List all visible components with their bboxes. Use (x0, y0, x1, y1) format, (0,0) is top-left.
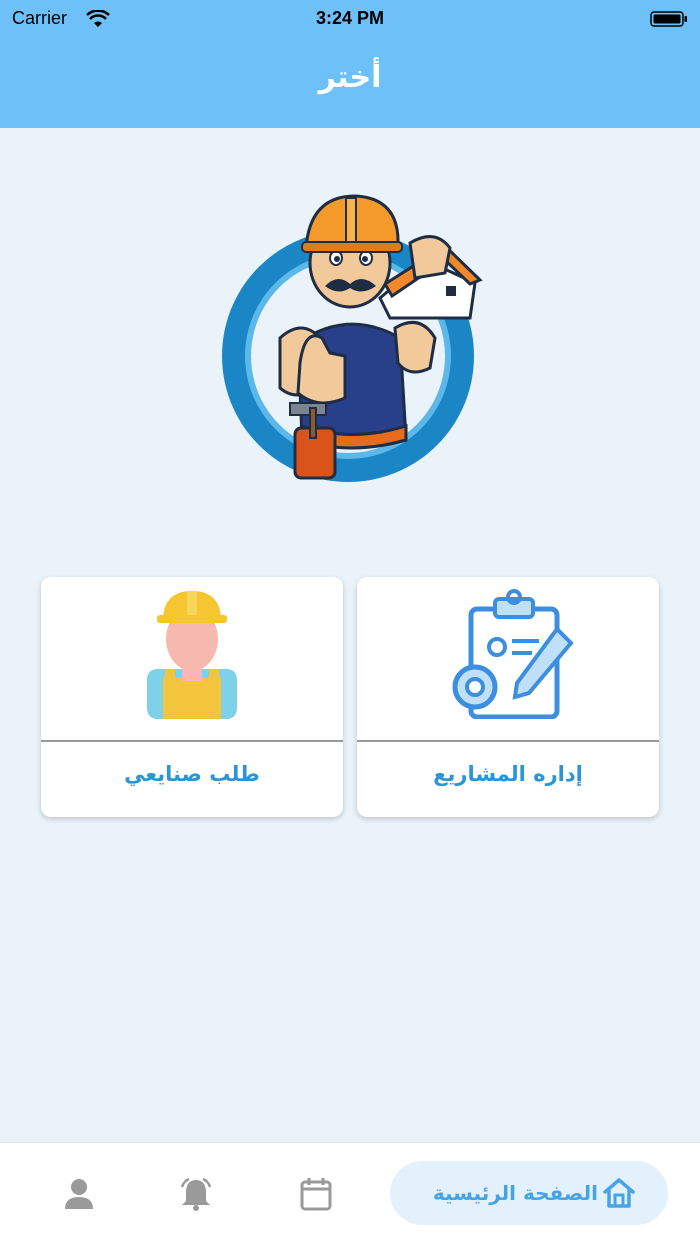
page-title: أختر (318, 60, 382, 95)
project-management-icon (452, 589, 574, 719)
tab-home[interactable]: الصفحة الرئيسية (390, 1161, 668, 1225)
profile-icon[interactable] (63, 1177, 95, 1211)
status-time: 3:24 PM (315, 8, 385, 28)
home-icon (603, 1178, 635, 1208)
request-worker-label: طلب صنايعي (124, 762, 260, 786)
bottom-tab-bar: الصفحة الرئيسية (0, 1142, 700, 1245)
request-worker-card[interactable]: طلب صنايعي (41, 577, 343, 817)
calendar-icon[interactable] (300, 1177, 332, 1211)
handyman-logo (222, 194, 483, 482)
status-bar: Carrier 3:24 PM (0, 6, 700, 30)
card-divider (357, 740, 659, 742)
battery-icon (650, 11, 687, 27)
app-header: Carrier 3:24 PM أختر (0, 0, 700, 128)
home-tab-label: الصفحة الرئيسية (432, 1181, 598, 1205)
worker-icon (147, 591, 237, 719)
card-divider (41, 740, 343, 742)
notifications-icon[interactable] (180, 1177, 212, 1211)
project-management-card[interactable]: إداره المشاريع (357, 577, 659, 817)
project-management-label: إداره المشاريع (433, 762, 583, 786)
